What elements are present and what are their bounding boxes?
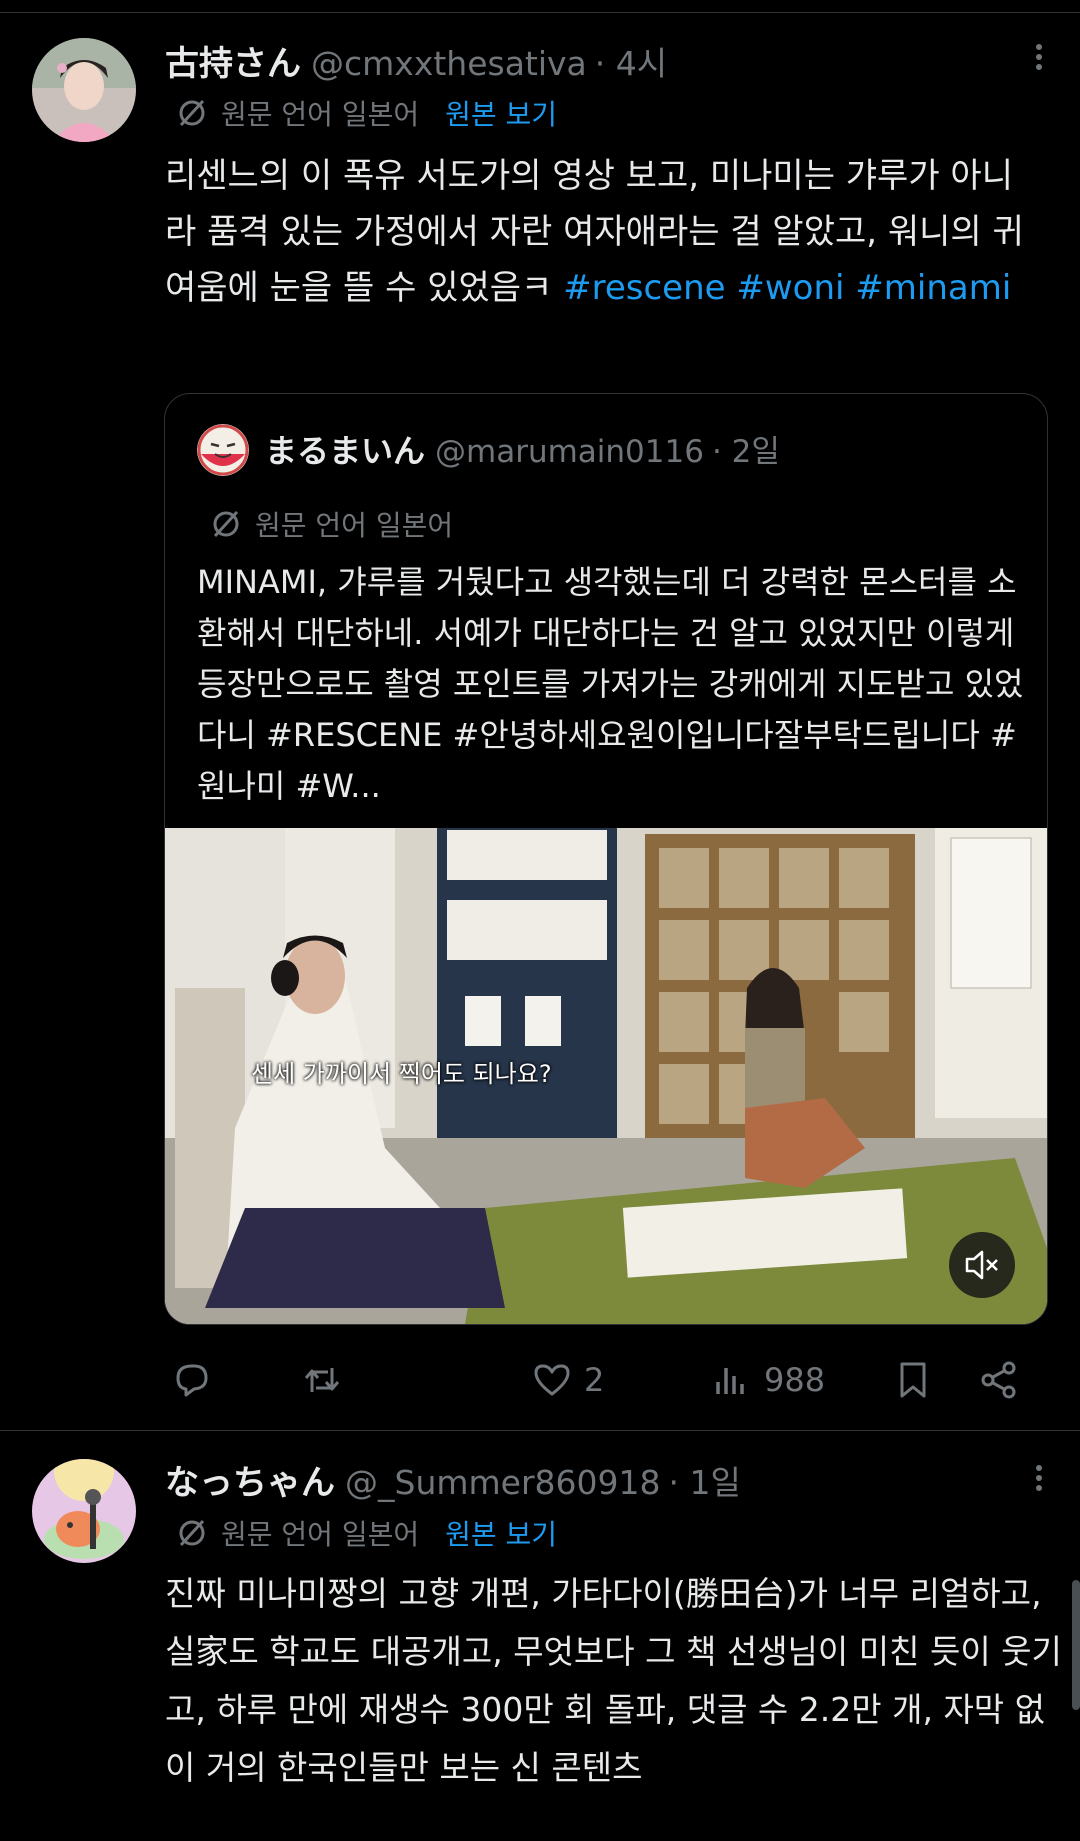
mute-button[interactable] — [949, 1232, 1015, 1298]
author-row: 古持さん @cmxxthesativa · 4시 — [165, 36, 667, 86]
translate-icon — [179, 1519, 205, 1547]
bookmark-button[interactable] — [891, 1350, 935, 1410]
quote-avatar[interactable] — [197, 424, 249, 476]
handle[interactable]: @_Summer860918 — [345, 1463, 661, 1502]
display-name[interactable]: なっちゃん — [165, 1455, 335, 1504]
tweet-actions: 2 988 — [165, 1350, 1035, 1410]
retweet-button[interactable] — [300, 1350, 344, 1410]
share-icon — [981, 1361, 1016, 1399]
display-name[interactable]: 古持さん — [165, 36, 301, 85]
quote-translation-row: 원문 언어 일본어 — [209, 504, 453, 544]
reply-icon — [176, 1364, 208, 1397]
translation-label: 원문 언어 일본어 — [221, 1518, 420, 1551]
like-count: 2 — [584, 1361, 605, 1399]
translate-icon — [179, 99, 205, 127]
avatar-image — [32, 1459, 136, 1563]
quote-timestamp[interactable]: · 2일 — [712, 426, 780, 471]
quote-avatar-image — [197, 424, 249, 476]
timestamp[interactable]: · 4시 — [595, 37, 667, 85]
quoted-tweet[interactable]: まるまいん @marumain0116 · 2일 원문 언어 일본어 MINAM… — [164, 393, 1048, 1325]
quote-text: MINAMI, 갸루를 거뒀다고 생각했는데 더 강력한 몬스터를 소환해서 대… — [197, 563, 1024, 805]
tweet-1[interactable]: 古持さん @cmxxthesativa · 4시 원문 언어 일본어 원본 보기… — [0, 0, 1080, 1430]
hashtag-link[interactable]: #minami — [855, 268, 1011, 308]
scrollbar[interactable] — [1072, 1580, 1080, 1710]
author-row: なっちゃん @_Summer860918 · 1일 — [165, 1455, 741, 1505]
video-player[interactable]: 센세 가까이서 찍어도 되나요? — [165, 828, 1047, 1324]
views-button[interactable]: 988 — [710, 1350, 825, 1410]
more-options-icon[interactable] — [1032, 40, 1046, 80]
avatar[interactable] — [32, 1459, 136, 1563]
reply-button[interactable] — [170, 1350, 214, 1410]
show-original-link[interactable]: 원본 보기 — [445, 1513, 557, 1553]
show-original-link[interactable]: 원본 보기 — [445, 93, 557, 133]
hashtag-link[interactable]: #woni — [736, 268, 844, 308]
quote-display-name[interactable]: まるまいん — [265, 426, 425, 472]
avatar-image — [32, 38, 136, 142]
hashtag-link[interactable]: #rescene — [563, 268, 725, 308]
tweet-2-text: 진짜 미나미짱의 고향 개편, 가타다이(勝田台)가 너무 리얼하고, 실家도 … — [165, 1574, 1062, 1787]
analytics-icon — [716, 1368, 744, 1394]
more-options-icon[interactable] — [1032, 1461, 1046, 1501]
quote-handle[interactable]: @marumain0116 — [435, 434, 704, 470]
quote-translation-label: 원문 언어 일본어 — [255, 509, 454, 542]
share-button[interactable] — [977, 1350, 1021, 1410]
view-count: 988 — [764, 1361, 826, 1399]
like-button[interactable]: 2 — [530, 1350, 604, 1410]
video-caption: 센세 가까이서 찍어도 되나요? — [251, 1060, 552, 1088]
bookmark-icon — [900, 1362, 926, 1398]
quote-author-row: まるまいん @marumain0116 · 2일 — [265, 426, 780, 472]
tweet-text: 리센느의 이 폭유 서도가의 영상 보고, 미나미는 갸루가 아니라 품격 있는… — [165, 148, 1025, 316]
avatar[interactable] — [32, 38, 136, 142]
heart-icon — [534, 1364, 570, 1396]
translate-icon — [213, 510, 239, 538]
retweet-icon — [304, 1368, 340, 1392]
timestamp[interactable]: · 1일 — [669, 1456, 741, 1504]
translation-row: 원문 언어 일본어 원본 보기 — [175, 1513, 557, 1553]
translation-label: 원문 언어 일본어 — [221, 98, 420, 131]
handle[interactable]: @cmxxthesativa — [311, 44, 587, 83]
speaker-muted-icon — [965, 1250, 998, 1280]
translation-row: 원문 언어 일본어 원본 보기 — [175, 93, 557, 133]
